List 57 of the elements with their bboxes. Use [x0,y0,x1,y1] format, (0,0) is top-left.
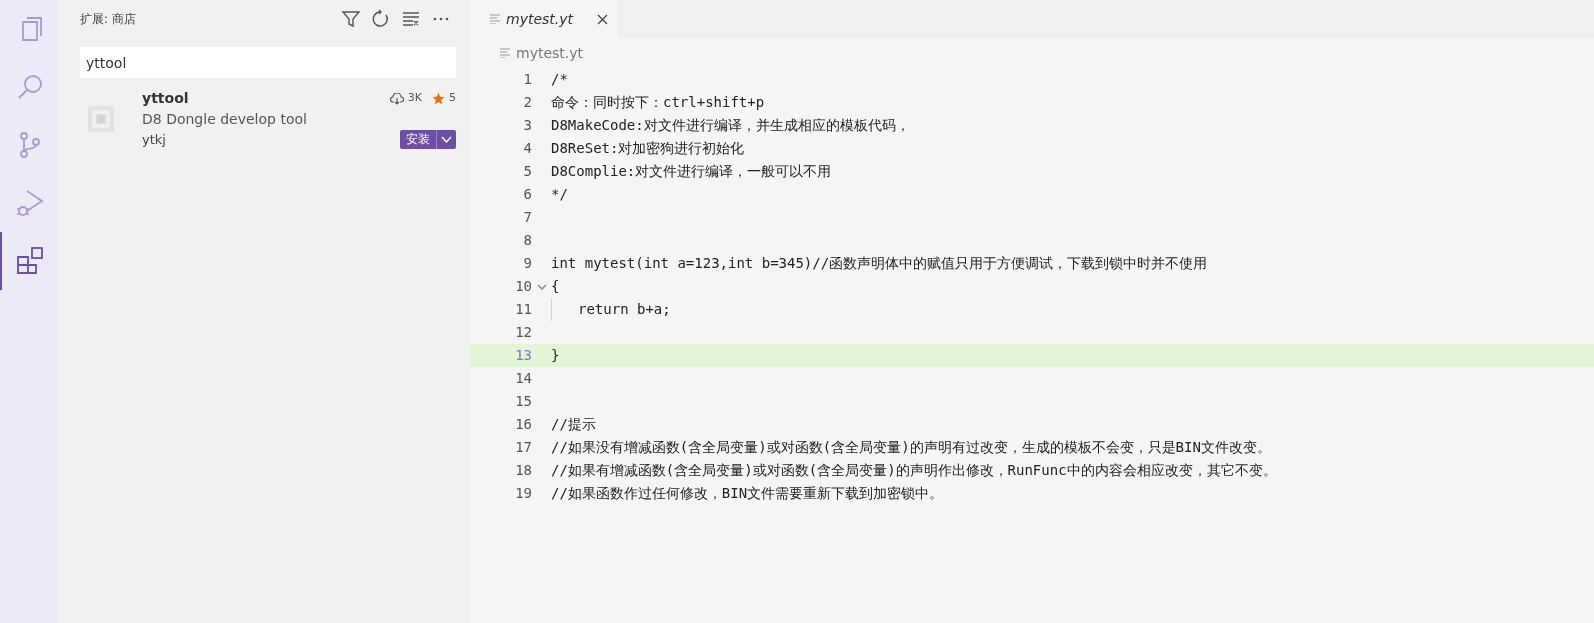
run-debug-icon[interactable] [14,187,46,219]
clear-list-icon[interactable] [401,9,421,29]
line-number: 16 [514,415,532,434]
download-icon [389,92,404,105]
download-count: 3K [407,90,422,107]
line-number: 8 [522,231,532,250]
search-field[interactable]: yttool [80,47,456,78]
extension-logo-icon [88,105,114,132]
code-text: int mytest(int a=123,int b=345)//函数声明体中的赋值只用于方便调试，下载到锁中时并不使用 [551,254,1208,273]
line-number: 15 [514,392,532,411]
file-lines-icon [490,14,500,24]
filter-icon[interactable] [341,9,361,29]
close-icon[interactable] [597,13,609,25]
sidebar-title: 扩展: 商店 [80,11,136,28]
line-number: 7 [522,208,532,227]
line-number: 5 [522,162,532,181]
star-icon [432,92,445,105]
line-number: 13 [514,346,532,365]
code-text: /* [551,70,568,89]
line-number: 18 [514,461,532,480]
code-text: D8Complie:对文件进行编译，一般可以不用 [551,162,832,181]
fold-chevron-icon[interactable] [536,283,547,290]
extension-name: yttool [142,89,189,108]
code-text: //如果有增减函数(含全局变量)或对函数(含全局变量)的声明作出修改，RunFunc中的内容会相应改变，其它不变。 [551,461,1277,480]
editor-tab[interactable]: mytest.yt [470,0,619,38]
breadcrumb[interactable]: mytest.yt [516,42,584,64]
line-number: 10 [514,277,532,296]
line-number: 4 [522,139,532,158]
refresh-icon[interactable] [371,9,391,29]
install-dropdown-button[interactable] [436,130,456,150]
code-text: { [551,277,560,296]
extensions-icon[interactable] [14,245,46,277]
code-text: //如果没有增减函数(含全局变量)或对函数(含全局变量)的声明有过改变，生成的模板不会变，只是BIN文件改变。 [551,438,1271,457]
line-number: 17 [514,438,532,457]
code-text: //如果函数作过任何修改，BIN文件需要重新下载到加密锁中。 [551,484,944,503]
line-number: 19 [514,484,532,503]
extension-description: D8 Dongle develop tool [142,110,308,129]
code-text: D8ReSet:对加密狗进行初始化 [551,139,745,158]
line-number: 14 [514,369,532,388]
code-text: */ [551,185,568,204]
line-number: 11 [514,300,532,319]
file-lines-icon [500,48,510,58]
line-number: 12 [514,323,532,342]
code-text: return b+a; [578,300,671,319]
rating-value: 5 [449,90,456,107]
publisher-name: ytkj [142,131,166,149]
code-text: //提示 [551,415,596,434]
install-button[interactable]: 安装 [400,130,436,150]
line-number: 2 [522,93,532,112]
line-number: 6 [522,185,532,204]
line-number: 9 [522,254,532,273]
code-text: 命令：同时按下：ctrl+shift+p [551,93,765,112]
line-number: 1 [522,70,532,89]
code-text: D8MakeCode:对文件进行编译，并生成相应的模板代码， [551,116,910,135]
line-number: 3 [522,116,532,135]
code-text: } [551,346,560,365]
chevron-down-icon[interactable] [441,135,452,144]
